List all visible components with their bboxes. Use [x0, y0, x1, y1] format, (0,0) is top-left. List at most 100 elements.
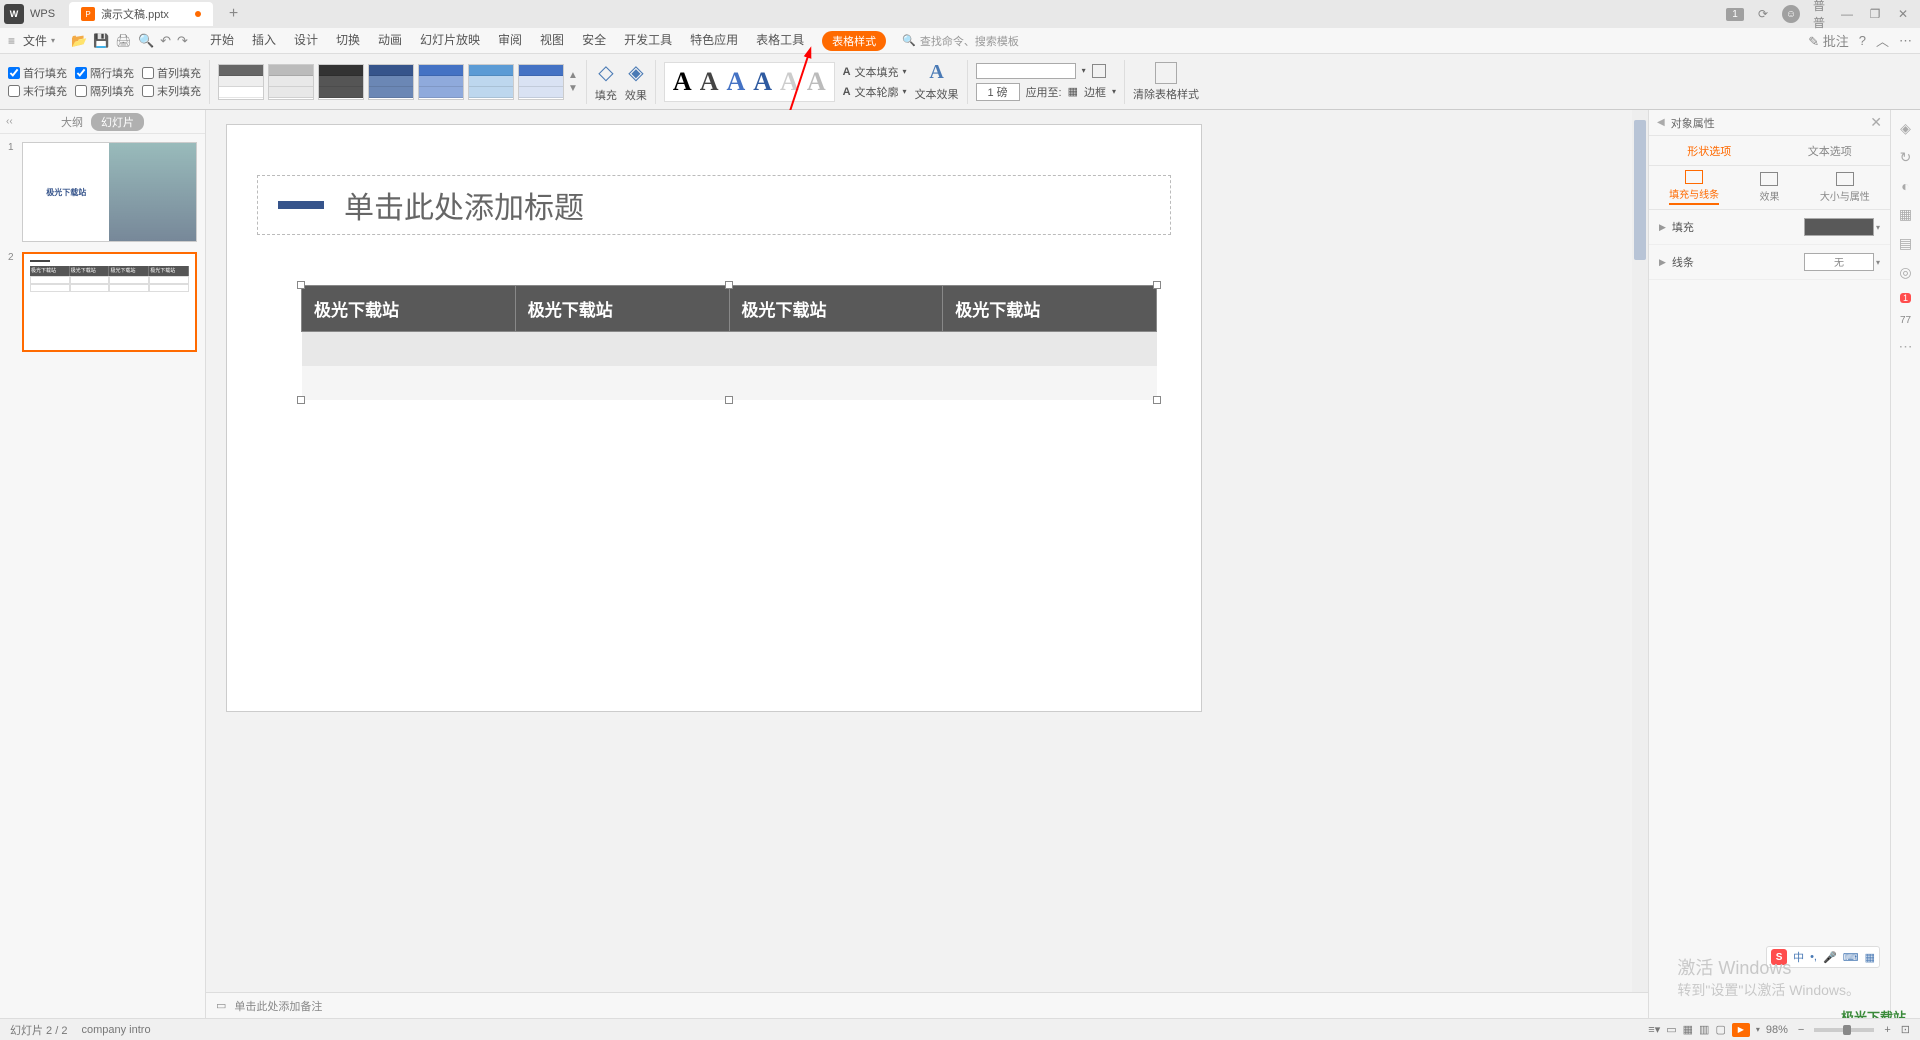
view-sorter-icon[interactable]: ▦ [1683, 1023, 1693, 1036]
wordart-5[interactable]: A [780, 67, 799, 97]
qat-save-icon[interactable]: 💾 [93, 33, 109, 49]
fill-color-swatch[interactable] [1804, 218, 1874, 236]
ime-mic-icon[interactable]: 🎤 [1823, 951, 1837, 964]
view-reading-icon[interactable]: ▥ [1699, 1023, 1709, 1036]
file-menu[interactable]: 文件▾ [17, 30, 61, 51]
chk-banded-row[interactable]: 隔行填充 [75, 65, 134, 81]
slide-thumb-1[interactable]: 1 极光下载站 [8, 142, 197, 242]
chk-first-col[interactable]: 首列填充 [142, 65, 201, 81]
chk-banded-col[interactable]: 隔列填充 [75, 83, 134, 99]
slide-canvas[interactable]: 单击此处添加标题 极光下载站极光下载站极光下载站极光下载站 [226, 124, 1202, 712]
line-weight-input[interactable]: 1 磅 [976, 83, 1020, 101]
collapse-panel-icon[interactable]: ‹‹ [6, 116, 13, 127]
view-normal-icon[interactable]: ▭ [1666, 1023, 1676, 1036]
text-options-tab[interactable]: 文本选项 [1770, 136, 1891, 165]
help-button[interactable]: ? [1859, 33, 1866, 48]
strip-icon-1[interactable]: ◈ [1900, 120, 1911, 137]
wordart-2[interactable]: A [700, 67, 719, 97]
notes-toggle-icon[interactable]: ≡▾ [1648, 1023, 1660, 1036]
avatar-icon[interactable]: ☺ [1782, 5, 1800, 23]
strip-icon-3[interactable]: ◐ [1901, 178, 1909, 194]
tab-view[interactable]: 视图 [540, 31, 564, 51]
text-fill-button[interactable]: A文本填充▾ [843, 64, 907, 80]
wordart-6[interactable]: A [807, 67, 826, 97]
restore-button[interactable]: ❐ [1866, 7, 1884, 21]
more-button[interactable]: ⋯ [1899, 33, 1912, 49]
annotate-button[interactable]: ✎ 批注 [1808, 31, 1849, 50]
play-button[interactable]: ▶ [1732, 1023, 1750, 1037]
subtab-effect[interactable]: 效果 [1759, 172, 1779, 203]
handle-bl[interactable] [297, 396, 305, 404]
table-style-1[interactable] [218, 64, 264, 100]
style-gallery-nav[interactable]: ▲▼ [568, 64, 578, 100]
handle-tc[interactable] [725, 281, 733, 289]
tab-security[interactable]: 安全 [582, 31, 606, 51]
ime-menu-icon[interactable]: ▦ [1865, 951, 1875, 964]
strip-icon-7[interactable]: ⋯ [1899, 338, 1913, 355]
fill-button[interactable]: ◇填充 [595, 60, 617, 103]
slide-thumb-2[interactable]: 2 极光下载站极光下载站极光下载站极光下载站 [8, 252, 197, 352]
sync-icon[interactable]: ⟳ [1754, 7, 1772, 21]
handle-tr[interactable] [1153, 281, 1161, 289]
notif-badge[interactable]: 1 [1726, 8, 1744, 21]
tab-start[interactable]: 开始 [210, 31, 234, 51]
border-menu[interactable]: 边框 [1084, 84, 1106, 100]
handle-br[interactable] [1153, 396, 1161, 404]
title-placeholder[interactable]: 单击此处添加标题 [257, 175, 1171, 235]
qat-print-icon[interactable]: 🖨 [115, 33, 132, 49]
view-slideshow-icon[interactable]: ▢ [1715, 1023, 1725, 1036]
canvas-vscrollbar[interactable] [1632, 110, 1648, 992]
ime-kbd-icon[interactable]: ⌨ [1843, 951, 1859, 964]
subtab-size[interactable]: 大小与属性 [1820, 172, 1870, 203]
notes-bar[interactable]: ▭ 单击此处添加备注 [206, 992, 1648, 1018]
qat-undo-icon[interactable]: ↶ [160, 33, 171, 49]
zoom-out-button[interactable]: − [1798, 1024, 1804, 1036]
document-tab[interactable]: P 演示文稿.pptx [69, 2, 213, 26]
strip-icon-5[interactable]: ▤ [1899, 235, 1912, 252]
line-section[interactable]: ▶线条无▾ [1649, 245, 1890, 280]
border-color-icon[interactable] [1092, 64, 1106, 78]
table-object[interactable]: 极光下载站极光下载站极光下载站极光下载站 [301, 285, 1157, 400]
strip-badge[interactable]: 1 [1900, 293, 1911, 303]
user-name[interactable]: 普普 [1810, 0, 1828, 31]
wordart-3[interactable]: A [726, 67, 745, 97]
panel-close-button[interactable]: ✕ [1870, 114, 1882, 131]
tab-insert[interactable]: 插入 [252, 31, 276, 51]
chk-last-row[interactable]: 末行填充 [8, 83, 67, 99]
table-style-3[interactable] [318, 64, 364, 100]
wordart-1[interactable]: A [673, 67, 692, 97]
ime-bar[interactable]: S 中 •, 🎤 ⌨ ▦ [1766, 946, 1880, 968]
tab-special[interactable]: 特色应用 [690, 31, 738, 51]
table-style-7[interactable] [518, 64, 564, 100]
qat-open-icon[interactable]: 📂 [71, 33, 87, 49]
qat-preview-icon[interactable]: 🔍 [138, 33, 154, 49]
tab-animation[interactable]: 动画 [378, 31, 402, 51]
handle-bc[interactable] [725, 396, 733, 404]
collapse-ribbon-button[interactable]: ︿ [1876, 31, 1889, 50]
fit-button[interactable]: ⊡ [1901, 1023, 1910, 1036]
effect-button[interactable]: ◈效果 [625, 60, 647, 103]
new-tab-button[interactable]: + [221, 5, 246, 23]
chk-first-row[interactable]: 首行填充 [8, 65, 67, 81]
table-style-6[interactable] [468, 64, 514, 100]
line-style-select-2[interactable]: 无 [1804, 253, 1874, 271]
slides-tab[interactable]: 幻灯片 [91, 113, 144, 131]
tab-slideshow[interactable]: 幻灯片放映 [420, 31, 480, 51]
menu-icon[interactable]: ≡ [8, 34, 15, 48]
wordart-4[interactable]: A [753, 67, 772, 97]
close-button[interactable]: ✕ [1894, 7, 1912, 21]
chk-last-col[interactable]: 末列填充 [142, 83, 201, 99]
table-style-2[interactable] [268, 64, 314, 100]
tab-tabletools[interactable]: 表格工具 [756, 31, 804, 51]
tab-transition[interactable]: 切换 [336, 31, 360, 51]
tab-devtools[interactable]: 开发工具 [624, 31, 672, 51]
zoom-in-button[interactable]: + [1884, 1024, 1890, 1036]
minimize-button[interactable]: — [1838, 7, 1856, 21]
table-style-4[interactable] [368, 64, 414, 100]
apply-to-icon[interactable]: ▦ [1068, 85, 1078, 98]
panel-collapse-icon[interactable]: ◀ [1657, 117, 1665, 128]
shape-options-tab[interactable]: 形状选项 [1649, 136, 1770, 165]
subtab-fill[interactable]: 填充与线条 [1669, 170, 1719, 205]
zoom-slider[interactable] [1814, 1028, 1874, 1032]
text-outline-button[interactable]: A文本轮廓▾ [843, 84, 907, 100]
